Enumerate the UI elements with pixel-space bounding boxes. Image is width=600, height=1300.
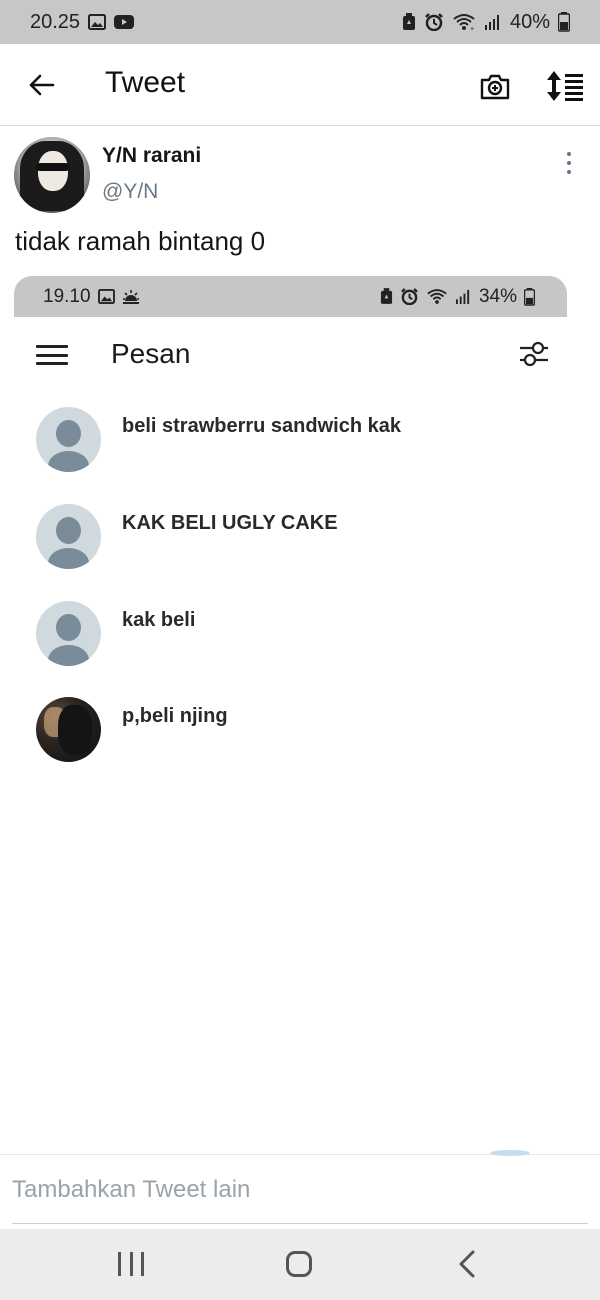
add-tweet-input[interactable] xyxy=(12,1172,588,1208)
filter-settings-icon xyxy=(520,341,548,367)
list-item: kak beli xyxy=(36,601,546,667)
alarm-icon xyxy=(424,13,444,31)
status-bar-right: + 40% xyxy=(402,11,570,34)
embed-status-left: 19.10 xyxy=(43,286,140,308)
author-handle[interactable]: @Y/N xyxy=(102,180,158,204)
back-icon[interactable] xyxy=(456,1249,478,1279)
default-avatar-icon xyxy=(36,601,101,666)
compose-fab-edge[interactable] xyxy=(490,1150,530,1156)
more-dot-icon xyxy=(567,160,571,165)
avatar-glasses xyxy=(36,163,70,171)
sort-icon xyxy=(547,71,583,101)
wifi-icon xyxy=(427,289,447,304)
author-avatar[interactable] xyxy=(14,137,90,213)
embed-status-right: 34% xyxy=(380,286,535,308)
gallery-icon xyxy=(88,14,107,30)
svg-text:+: + xyxy=(470,26,474,31)
home-icon[interactable] xyxy=(286,1251,312,1277)
wifi-icon: + xyxy=(452,13,476,31)
more-options-button[interactable] xyxy=(558,150,580,176)
youtube-icon xyxy=(114,14,135,30)
list-item: KAK BELI UGLY CAKE xyxy=(36,504,546,570)
message-text: beli strawberru sandwich kak xyxy=(122,415,401,437)
weather-icon xyxy=(122,290,139,304)
header: Tweet xyxy=(0,44,600,126)
tweet-media-image[interactable]: 19.10 34% Pesan beli strawberru sandwich… xyxy=(14,276,567,776)
more-dot-icon xyxy=(567,169,571,174)
system-nav-bar xyxy=(0,1229,600,1300)
battery-icon xyxy=(524,287,535,306)
avatar-face xyxy=(38,151,68,191)
default-avatar-icon xyxy=(36,504,101,569)
embed-title: Pesan xyxy=(111,338,191,369)
message-text: p,beli njing xyxy=(122,705,228,727)
recent-apps-icon[interactable] xyxy=(118,1252,144,1276)
signal-icon xyxy=(484,14,502,30)
embed-status-bar: 19.10 34% xyxy=(14,276,567,317)
list-item: p,beli njing xyxy=(36,697,546,763)
status-time: 20.25 xyxy=(30,10,81,33)
back-arrow-icon xyxy=(29,74,55,96)
message-text: KAK BELI UGLY CAKE xyxy=(122,512,338,534)
author-name[interactable]: Y/N rarani xyxy=(102,144,201,168)
default-avatar-icon xyxy=(36,407,101,472)
compose-underline xyxy=(12,1223,588,1224)
signal-icon xyxy=(455,289,470,304)
camera-button[interactable] xyxy=(476,68,514,104)
photo-avatar xyxy=(36,697,101,762)
back-button[interactable] xyxy=(24,68,58,102)
gallery-icon xyxy=(97,289,115,304)
hamburger-menu-icon xyxy=(36,345,68,365)
message-text: kak beli xyxy=(122,609,196,631)
page-title: Tweet xyxy=(105,66,186,99)
sort-button[interactable] xyxy=(544,66,586,106)
status-bar: 20.25 + 40% xyxy=(0,0,600,44)
battery-saver-icon xyxy=(380,288,393,304)
embed-status-time: 19.10 xyxy=(43,285,91,307)
tweet-text: tidak ramah bintang 0 xyxy=(15,226,266,256)
battery-icon xyxy=(558,12,570,32)
status-bar-left: 20.25 xyxy=(30,10,135,34)
battery-percent: 40% xyxy=(509,10,550,33)
alarm-icon xyxy=(401,288,418,305)
embed-battery-percent: 34% xyxy=(478,285,517,307)
camera-icon xyxy=(480,74,510,100)
list-item: beli strawberru sandwich kak xyxy=(36,407,546,473)
battery-saver-icon xyxy=(402,13,416,31)
more-dot-icon xyxy=(567,152,571,157)
